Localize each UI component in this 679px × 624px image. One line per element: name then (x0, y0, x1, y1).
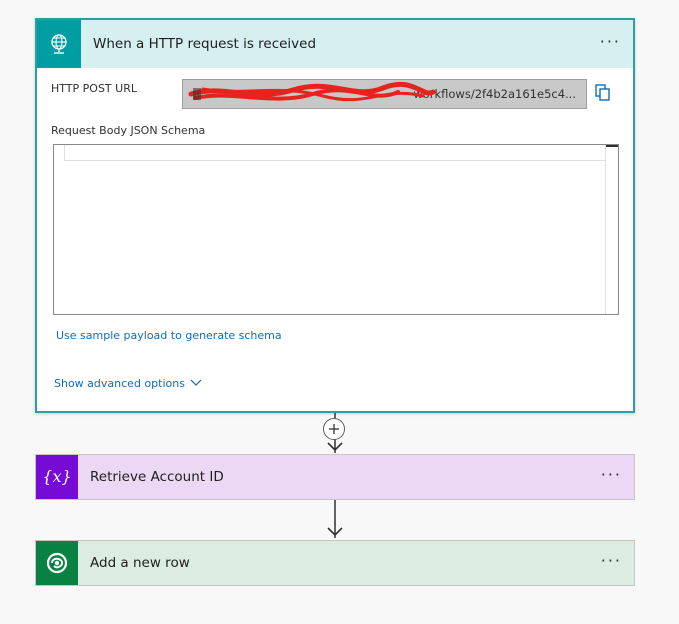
copy-icon[interactable] (595, 84, 611, 102)
add-new-row-card[interactable]: Add a new row ··· (35, 540, 635, 586)
arrow-down-icon (327, 527, 343, 537)
action-more-button[interactable]: ··· (601, 541, 622, 585)
action-title: Retrieve Account ID (90, 469, 224, 485)
trigger-title: When a HTTP request is received (93, 36, 317, 52)
editor-scrollbar[interactable] (605, 145, 606, 314)
dataverse-icon (36, 541, 78, 585)
svg-text:{x}: {x} (42, 467, 71, 486)
editor-current-line (64, 145, 606, 161)
action-more-button[interactable]: ··· (601, 455, 622, 499)
request-body-schema-label: Request Body JSON Schema (51, 124, 206, 137)
redaction-scribble (188, 81, 436, 102)
trigger-more-button[interactable]: ··· (600, 20, 621, 68)
editor-scroll-thumb[interactable] (606, 145, 618, 147)
variable-icon: {x} (36, 455, 78, 499)
http-post-url-field[interactable]: workflows/2f4b2a161e5c4... (182, 79, 587, 109)
plus-icon (329, 424, 339, 434)
show-advanced-options-link[interactable]: Show advanced options (54, 377, 185, 390)
action-title: Add a new row (90, 555, 190, 571)
arrow-down-icon (327, 442, 343, 452)
schema-editor[interactable] (53, 144, 619, 315)
sample-payload-link[interactable]: Use sample payload to generate schema (56, 329, 282, 342)
trigger-header[interactable]: When a HTTP request is received ··· (37, 20, 633, 68)
retrieve-account-id-card[interactable]: {x} Retrieve Account ID ··· (35, 454, 635, 500)
chevron-down-icon[interactable] (190, 379, 202, 387)
http-trigger-card[interactable]: When a HTTP request is received ··· HTTP… (35, 18, 635, 413)
http-post-url-label: HTTP POST URL (51, 82, 137, 95)
globe-network-icon (37, 20, 81, 68)
